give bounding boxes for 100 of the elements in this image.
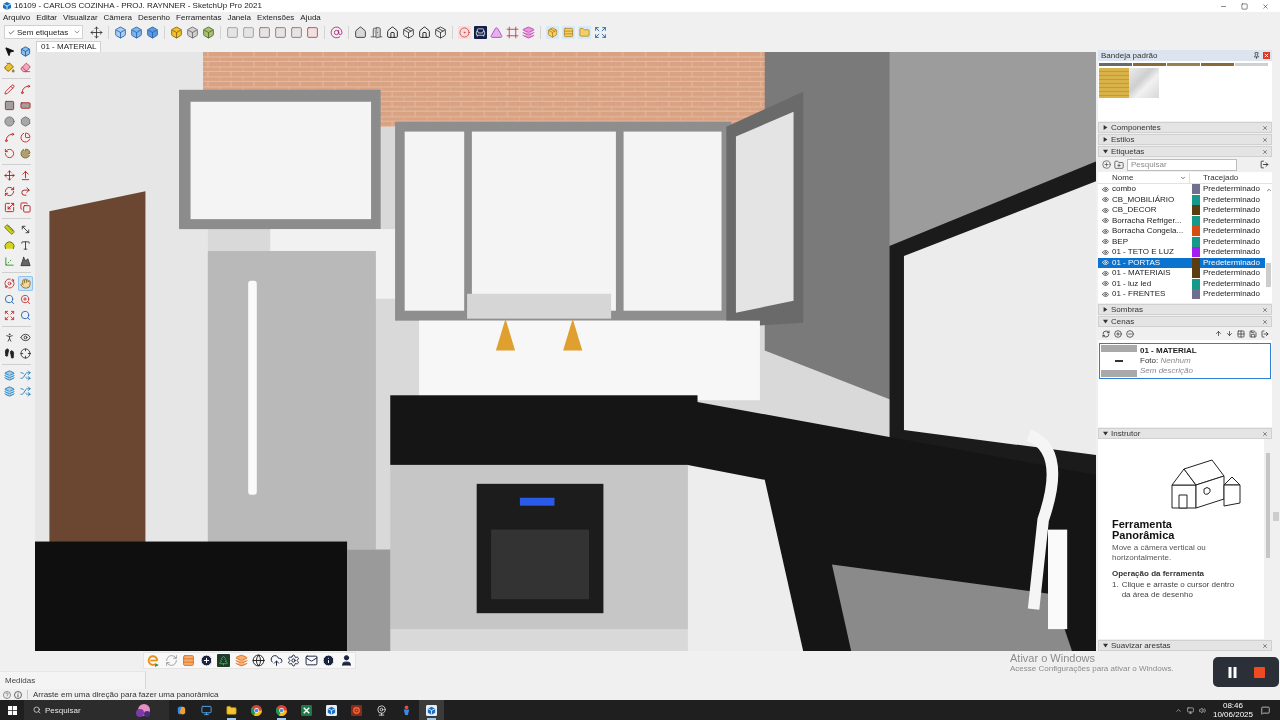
scale-icon[interactable]: [2, 200, 17, 215]
down-triangle-icon[interactable]: [1103, 149, 1108, 154]
export-icon[interactable]: [1261, 329, 1269, 338]
armchair-icon[interactable]: [474, 25, 488, 39]
box-icon[interactable]: [434, 25, 448, 39]
refresh-icon[interactable]: [1102, 329, 1110, 338]
cube-icon[interactable]: [130, 25, 144, 39]
cube-icon[interactable]: [146, 25, 160, 39]
tag-row[interactable]: BEP Predeterminado: [1098, 236, 1265, 247]
right-triangle-icon[interactable]: [1103, 125, 1108, 130]
arrow-pointer-icon[interactable]: [2, 44, 17, 59]
material-thumbnail[interactable]: [1099, 68, 1129, 98]
scrollbar-thumb[interactable]: [1266, 453, 1270, 558]
panel-header[interactable]: Estilos: [1098, 134, 1272, 145]
search-icon[interactable]: [33, 706, 41, 714]
cube-icon[interactable]: [202, 25, 216, 39]
eye-icon[interactable]: [1102, 185, 1109, 193]
house-icon[interactable]: [418, 25, 432, 39]
layers-icon[interactable]: [2, 368, 17, 383]
globe-icon[interactable]: [252, 654, 265, 667]
cube-app-icon[interactable]: [426, 704, 437, 716]
door-icon[interactable]: [370, 25, 384, 39]
close-icon[interactable]: [1262, 2, 1269, 10]
record-app-icon[interactable]: [351, 704, 362, 716]
down-triangle-icon[interactable]: [1103, 643, 1108, 648]
cube-icon[interactable]: [170, 25, 184, 39]
cube-app-icon[interactable]: [326, 704, 337, 716]
crossed-arrows-icon[interactable]: [18, 368, 33, 383]
eye-icon[interactable]: [1102, 206, 1109, 214]
pie-icon[interactable]: [18, 146, 33, 161]
square-icon[interactable]: [2, 98, 17, 113]
footprints-icon[interactable]: [2, 346, 17, 361]
folder-icon[interactable]: [226, 704, 237, 716]
down-triangle-icon[interactable]: [1103, 319, 1108, 324]
menu-item[interactable]: Visualizar: [60, 12, 101, 23]
close-icon[interactable]: [1262, 136, 1268, 143]
export-icon[interactable]: [1260, 160, 1269, 169]
search-field[interactable]: Pesquisar: [45, 704, 131, 716]
square-icon[interactable]: [306, 25, 320, 39]
menu-item[interactable]: Arquivo: [0, 12, 34, 23]
arc-icon[interactable]: [2, 130, 17, 145]
color-swatch-icon[interactable]: [1192, 184, 1200, 195]
webcam-icon[interactable]: [376, 704, 387, 716]
eye-icon[interactable]: [1102, 280, 1109, 288]
eye-icon[interactable]: [1102, 196, 1109, 204]
tag-filter-dropdown[interactable]: Sem etiquetas: [4, 25, 84, 39]
pie-icon[interactable]: [18, 130, 33, 145]
layers-icon[interactable]: [2, 384, 17, 399]
arc-arrow-icon[interactable]: [2, 146, 17, 161]
close-icon[interactable]: [1262, 642, 1268, 649]
eye-icon[interactable]: [1102, 217, 1109, 225]
tree-icon[interactable]: [217, 654, 230, 667]
color-swatch-icon[interactable]: [1192, 278, 1200, 289]
eye-icon[interactable]: [1102, 227, 1109, 235]
scrollbar-thumb[interactable]: [1273, 512, 1279, 521]
spreadsheet-icon[interactable]: [301, 704, 312, 716]
color-swatch-icon[interactable]: [1192, 215, 1200, 226]
spiral-icon[interactable]: [330, 25, 344, 39]
color-swatch-icon[interactable]: [1192, 236, 1200, 247]
sort-caret-icon[interactable]: [1180, 174, 1186, 181]
figure-icon[interactable]: [401, 704, 412, 716]
rows-icon[interactable]: [562, 25, 576, 39]
tag-row[interactable]: CB_DECOR Predeterminado: [1098, 205, 1265, 216]
pin-icon[interactable]: [1253, 52, 1260, 59]
save-icon[interactable]: [1249, 329, 1257, 338]
circle-icon[interactable]: [2, 114, 17, 129]
hexagon-icon[interactable]: [18, 114, 33, 129]
taskbar-search-box[interactable]: Pesquisar: [24, 700, 169, 720]
crossed-arrows-icon[interactable]: [18, 384, 33, 399]
notification-icon[interactable]: [1261, 705, 1270, 715]
close-icon[interactable]: [1262, 306, 1268, 313]
color-swatch-icon[interactable]: [1192, 268, 1200, 279]
minus-circle-icon[interactable]: [1126, 329, 1134, 338]
house-icon[interactable]: [354, 25, 368, 39]
color-swatch-icon[interactable]: [1192, 247, 1200, 258]
panel-header[interactable]: Componentes: [1098, 122, 1272, 133]
cube-icon[interactable]: [114, 25, 128, 39]
column-header[interactable]: Nome: [1112, 172, 1180, 183]
pause-icon[interactable]: [1227, 666, 1238, 678]
peak-icon[interactable]: [18, 254, 33, 269]
curved-arrow-icon[interactable]: [18, 184, 33, 199]
chevron-up-icon[interactable]: [1174, 706, 1182, 714]
round-app-icon[interactable]: [251, 704, 262, 716]
monitor-icon[interactable]: [201, 704, 212, 716]
close-icon[interactable]: [1262, 318, 1268, 325]
four-way-arrows-icon[interactable]: [90, 25, 104, 39]
square-icon[interactable]: [290, 25, 304, 39]
square-icon[interactable]: [258, 25, 272, 39]
cloud-upload-icon[interactable]: [269, 654, 283, 667]
taskbar-button[interactable]: [419, 700, 444, 720]
folder-plus-icon[interactable]: [1114, 159, 1124, 170]
eye-icon[interactable]: [1102, 238, 1109, 246]
panel-header[interactable]: Suavizar arestas: [1098, 640, 1272, 651]
tag-row[interactable]: 01 - FRENTES Predeterminado: [1098, 289, 1265, 300]
close-icon[interactable]: [1262, 430, 1268, 437]
color-swatch-icon[interactable]: [1192, 194, 1200, 205]
search-field[interactable]: Pesquisar: [1127, 158, 1237, 171]
scrollbar-thumb[interactable]: [1266, 263, 1271, 287]
text-icon[interactable]: [18, 238, 33, 253]
tag-row[interactable]: Borracha Congela... Predeterminado: [1098, 226, 1265, 237]
